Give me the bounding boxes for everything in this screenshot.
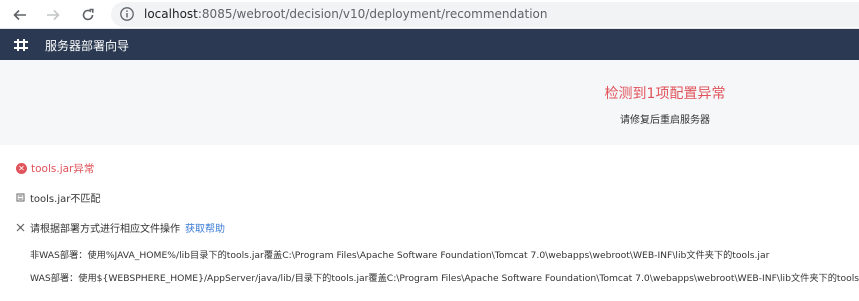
error-icon: ✕ — [16, 162, 27, 174]
reload-button[interactable] — [77, 4, 99, 26]
tools-icon — [16, 223, 25, 231]
forward-arrow-icon — [47, 9, 60, 21]
url-host: localhost — [144, 7, 198, 21]
summary-banner: 检测到1项配置异常 请修复后重启服务器 — [0, 60, 859, 145]
warning-flag-icon — [16, 193, 25, 201]
app-header: 服务器部署向导 — [0, 29, 859, 60]
browser-toolbar: localhost:8085/webroot/decision/v10/depl… — [0, 0, 859, 29]
issue-detail: ✕ tools.jar异常 tools.jar不匹配 请根据部署方式进行相应文件… — [0, 145, 859, 301]
instruction-non-was: 非WAS部署：使用%JAVA_HOME%/lib目录下的tools.jar覆盖C… — [30, 250, 770, 261]
issue-title: tools.jar异常 — [31, 162, 95, 175]
back-button[interactable] — [9, 4, 31, 26]
issue-mismatch-row: tools.jar不匹配 — [16, 189, 100, 205]
summary-subtitle: 请修复后重启服务器 — [620, 115, 710, 126]
deploy-wizard-icon — [14, 39, 28, 51]
url-text[interactable]: localhost:8085/webroot/decision/v10/depl… — [144, 7, 547, 21]
get-help-link[interactable]: 获取帮助 — [185, 220, 225, 235]
forward-button[interactable] — [42, 4, 64, 26]
address-bar[interactable]: localhost:8085/webroot/decision/v10/depl… — [111, 2, 859, 27]
info-icon[interactable] — [119, 6, 135, 22]
page-title: 服务器部署向导 — [45, 39, 130, 53]
summary-title: 检测到1项配置异常 — [604, 86, 726, 102]
issue-header: ✕ tools.jar异常 — [16, 160, 94, 176]
back-arrow-icon — [13, 9, 26, 21]
instruction-was: WAS部署：使用${WEBSPHERE_HOME}/AppServer/java… — [30, 273, 859, 284]
reload-icon — [82, 8, 94, 21]
issue-hint-row: 请根据部署方式进行相应文件操作 获取帮助 — [16, 219, 225, 235]
url-path: :8085/webroot/decision/v10/deployment/re… — [197, 7, 548, 21]
issue-hint-text: 请根据部署方式进行相应文件操作 — [30, 223, 180, 235]
issue-mismatch-text: tools.jar不匹配 — [30, 193, 101, 205]
